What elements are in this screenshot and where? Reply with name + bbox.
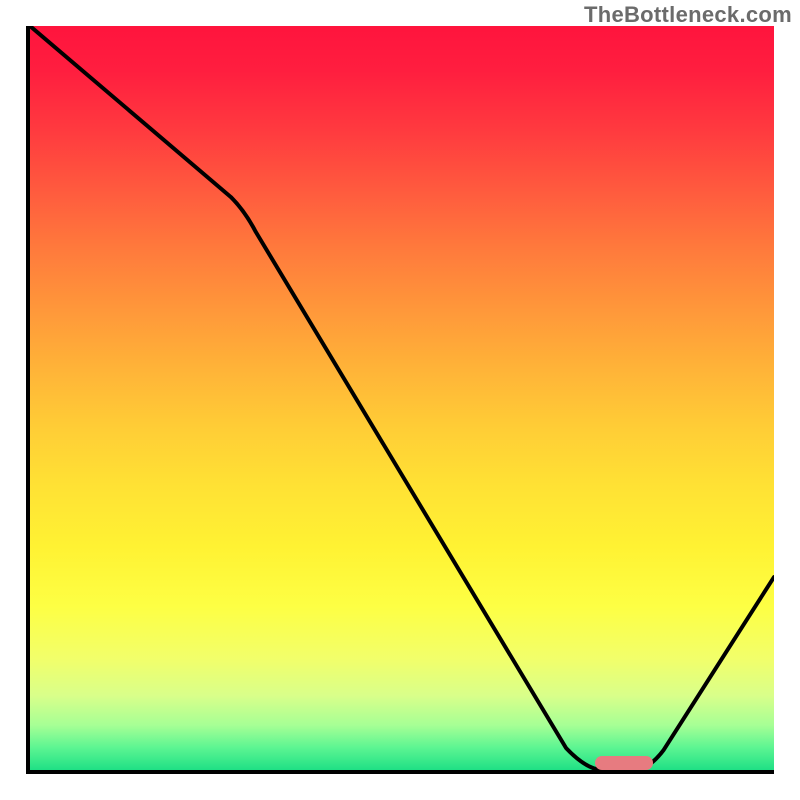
chart-container: TheBottleneck.com [0,0,800,800]
bottleneck-curve [30,26,774,770]
optimal-zone-marker [595,756,653,770]
plot-area [26,26,774,774]
curve-path [30,26,774,770]
watermark-label: TheBottleneck.com [584,2,792,28]
